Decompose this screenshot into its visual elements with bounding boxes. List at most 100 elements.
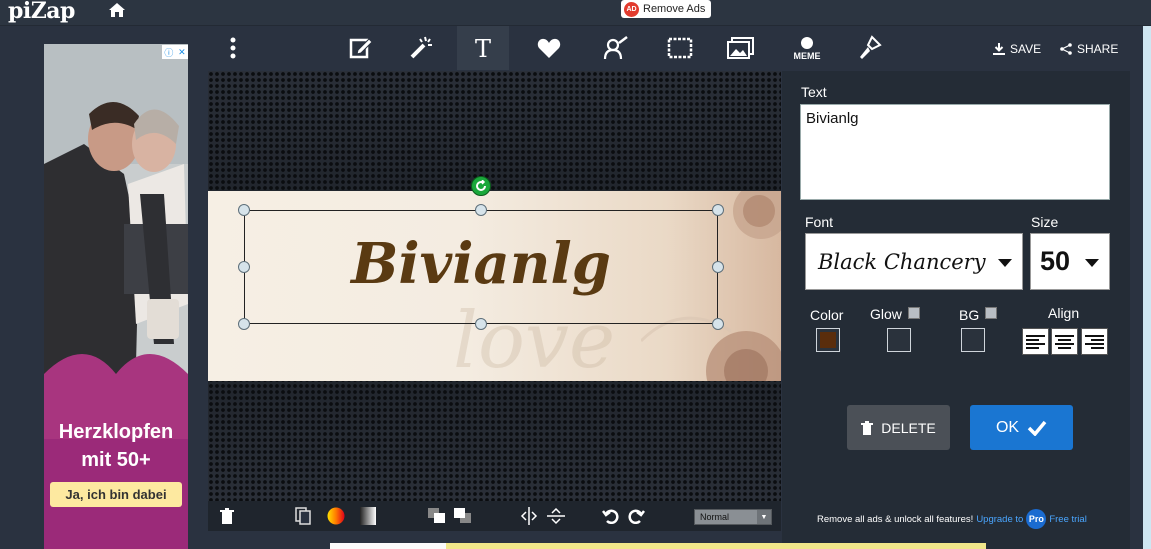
delete-label: DELETE (881, 419, 936, 436)
undo-button[interactable] (600, 506, 622, 526)
duplicate-layer-button[interactable] (294, 506, 312, 526)
pizap-logo[interactable]: piZap (8, 0, 75, 24)
flip-vertical-icon (547, 507, 565, 525)
meme-icon: MEME (794, 37, 821, 61)
canvas-text-layer[interactable]: Bivianlg (244, 236, 718, 292)
vertical-dots-icon (230, 37, 236, 59)
size-value: 50 (1040, 246, 1071, 276)
resize-handle-bottom-right[interactable] (712, 318, 724, 330)
glow-label: Glow (870, 306, 902, 322)
color-label: Color (810, 307, 844, 323)
send-backward-button[interactable] (426, 506, 448, 526)
promo-text: Remove all ads & unlock all features! (817, 513, 974, 525)
color-swatch-button[interactable] (816, 328, 840, 352)
pro-badge[interactable]: Pro (1026, 509, 1047, 529)
delete-button[interactable]: DELETE (847, 405, 950, 450)
layer-toolbar: Normal ▼ (208, 501, 781, 531)
size-label: Size (1031, 214, 1059, 230)
align-label: Align (1048, 305, 1080, 321)
edit-pencil-icon (349, 38, 373, 59)
text-tool-button[interactable]: T (457, 26, 509, 70)
text-input[interactable]: Bivianlg (800, 104, 1110, 200)
svg-text:MEME: MEME (794, 51, 821, 61)
align-center-button[interactable] (1051, 328, 1078, 355)
touchup-tool-button[interactable] (590, 26, 642, 70)
flip-vertical-button[interactable] (545, 506, 567, 526)
paintbrush-icon (860, 35, 882, 59)
share-label: SHARE (1077, 42, 1119, 56)
adchoices-icon[interactable]: ⓘ ✕ (162, 45, 188, 59)
bg-label: BG (959, 307, 980, 323)
photo-add-icon (727, 37, 754, 59)
color-wheel-icon (327, 507, 345, 525)
rotate-handle-icon[interactable] (471, 176, 491, 196)
resize-handle-bottom-left[interactable] (238, 318, 250, 330)
blend-mode-select[interactable]: Normal ▼ (694, 509, 772, 525)
text-t-icon: T (475, 36, 491, 60)
blend-mode-value: Normal (700, 512, 730, 522)
flip-horizontal-icon (520, 507, 538, 525)
gradient-icon (360, 507, 376, 525)
effects-tool-button[interactable] (395, 26, 447, 70)
stickers-tool-button[interactable] (523, 26, 575, 70)
bg-checkbox[interactable] (985, 307, 997, 319)
face-brush-icon (603, 36, 628, 60)
checkmark-icon (1027, 420, 1047, 436)
save-label: SAVE (1010, 42, 1042, 56)
bring-front-icon (454, 508, 471, 523)
glow-color-button[interactable] (887, 328, 911, 352)
size-select[interactable]: 50 (1030, 233, 1110, 290)
remove-ads-button[interactable]: AD Remove Ads (621, 0, 711, 18)
redo-button[interactable] (625, 506, 647, 526)
ok-button[interactable]: OK (970, 405, 1073, 450)
top-header: piZap AD Remove Ads (0, 0, 1151, 26)
font-label: Font (805, 214, 834, 230)
flip-horizontal-button[interactable] (518, 506, 540, 526)
remove-ads-label: Remove Ads (643, 3, 706, 15)
upgrade-link[interactable]: Upgrade to (976, 514, 1023, 525)
align-left-button[interactable] (1022, 328, 1049, 355)
text-properties-panel: Text Bivianlg Font Black Chancery Size 5… (782, 71, 1130, 549)
meme-tool-button[interactable]: MEME (781, 26, 833, 70)
add-photo-tool-button[interactable] (715, 26, 767, 70)
resize-handle-top-left[interactable] (238, 204, 250, 216)
copy-icon (295, 507, 311, 525)
resize-handle-top-middle[interactable] (475, 204, 487, 216)
heart-icon (537, 38, 561, 58)
save-button[interactable]: SAVE (993, 40, 1041, 58)
redo-icon (628, 509, 645, 524)
trash-icon (861, 420, 874, 435)
ad-badge-icon: AD (624, 1, 639, 17)
ad-cta-button[interactable]: Ja, ich bin dabei (50, 482, 182, 507)
resize-handle-top-right[interactable] (712, 204, 724, 216)
main-toolbar: T MEME SAVE SHARE (208, 26, 1130, 70)
paint-tool-button[interactable] (844, 26, 896, 70)
font-value: Black Chancery (818, 249, 986, 274)
transparency-button[interactable] (358, 506, 378, 526)
text-label: Text (801, 84, 827, 100)
bg-color-button[interactable] (961, 328, 985, 352)
bring-forward-button[interactable] (452, 506, 474, 526)
advertisement[interactable]: ⓘ ✕ Herzklopfen mit 50+ Ja, ich bin dabei (44, 44, 188, 549)
resize-handle-bottom-middle[interactable] (475, 318, 487, 330)
free-trial-link[interactable]: Free trial (1049, 514, 1086, 525)
share-icon (1060, 43, 1072, 55)
bottom-ad-strip-left (330, 543, 446, 549)
editor-canvas[interactable]: love Bivianlg (208, 71, 781, 501)
chevron-down-icon (998, 259, 1012, 267)
download-icon (993, 43, 1005, 55)
edit-tool-button[interactable] (335, 26, 387, 70)
send-back-icon (428, 508, 445, 523)
share-button[interactable]: SHARE (1060, 40, 1118, 58)
frames-tool-button[interactable] (654, 26, 706, 70)
svg-text:T: T (475, 36, 491, 60)
color-picker-button[interactable] (326, 506, 346, 526)
home-icon[interactable] (108, 1, 126, 19)
align-right-button[interactable] (1081, 328, 1108, 355)
glow-checkbox[interactable] (908, 307, 920, 319)
magic-wand-icon (410, 36, 432, 59)
more-menu-button[interactable] (208, 26, 258, 70)
scrollbar-edge (1143, 26, 1151, 549)
delete-layer-button[interactable] (218, 506, 236, 526)
font-select[interactable]: Black Chancery (805, 233, 1023, 290)
